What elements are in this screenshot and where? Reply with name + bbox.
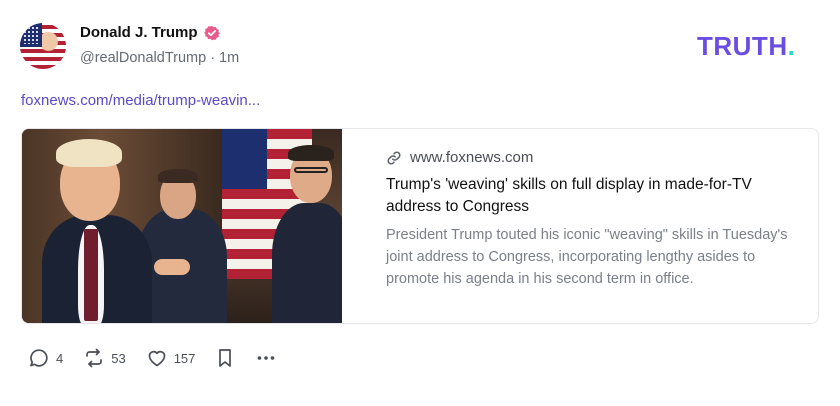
bookmark-icon bbox=[215, 347, 235, 369]
reply-button[interactable]: 4 bbox=[28, 347, 63, 369]
author-row: Donald J. Trump bbox=[80, 24, 220, 41]
post-link[interactable]: foxnews.com/media/trump-weavin... bbox=[21, 92, 260, 109]
author-handle[interactable]: @realDonaldTrump bbox=[80, 50, 206, 66]
meta-separator: · bbox=[210, 50, 216, 66]
image-person-left-hair bbox=[56, 139, 122, 167]
retruth-button[interactable]: 53 bbox=[83, 347, 126, 369]
card-domain-row: www.foxnews.com bbox=[386, 149, 818, 166]
card-body: www.foxnews.com Trump's 'weaving' skills… bbox=[360, 129, 818, 323]
image-person-right-hair bbox=[288, 145, 334, 161]
retruth-count: 53 bbox=[111, 350, 126, 366]
image-person-right-body bbox=[272, 203, 342, 323]
heart-icon bbox=[146, 347, 168, 369]
image-person-left-tie bbox=[84, 229, 98, 321]
post-actions: 4 53 157 bbox=[28, 347, 297, 369]
like-button[interactable]: 157 bbox=[146, 347, 196, 369]
card-domain: www.foxnews.com bbox=[410, 149, 534, 166]
link-preview-card[interactable]: www.foxnews.com Trump's 'weaving' skills… bbox=[21, 128, 819, 324]
image-person-middle-hair bbox=[158, 169, 198, 183]
card-image bbox=[22, 129, 342, 323]
more-button[interactable] bbox=[255, 347, 277, 369]
like-count: 157 bbox=[173, 350, 196, 366]
image-person-left-hand bbox=[154, 259, 190, 275]
truth-logo[interactable]: TRUTH. bbox=[697, 31, 795, 62]
post-timestamp[interactable]: 1m bbox=[219, 50, 239, 66]
verified-badge-icon bbox=[203, 25, 220, 41]
image-person-right-glasses bbox=[294, 167, 328, 173]
card-title[interactable]: Trump's 'weaving' skills on full display… bbox=[386, 174, 806, 218]
brand-dot: . bbox=[787, 31, 796, 61]
avatar-flag-canton bbox=[20, 23, 42, 47]
brand-text: TRUTH bbox=[697, 31, 788, 61]
more-icon bbox=[255, 347, 277, 369]
post: Donald J. Trump @realDonaldTrump · 1m TR… bbox=[0, 0, 840, 406]
avatar[interactable] bbox=[20, 23, 66, 69]
link-icon bbox=[386, 150, 402, 166]
bookmark-button[interactable] bbox=[215, 347, 235, 369]
retruth-icon bbox=[83, 347, 105, 369]
reply-count: 4 bbox=[56, 350, 64, 366]
meta-row: @realDonaldTrump · 1m bbox=[80, 50, 239, 66]
reply-icon bbox=[28, 347, 50, 369]
card-description: President Trump touted his iconic "weavi… bbox=[386, 227, 788, 287]
author-name[interactable]: Donald J. Trump bbox=[80, 24, 198, 41]
